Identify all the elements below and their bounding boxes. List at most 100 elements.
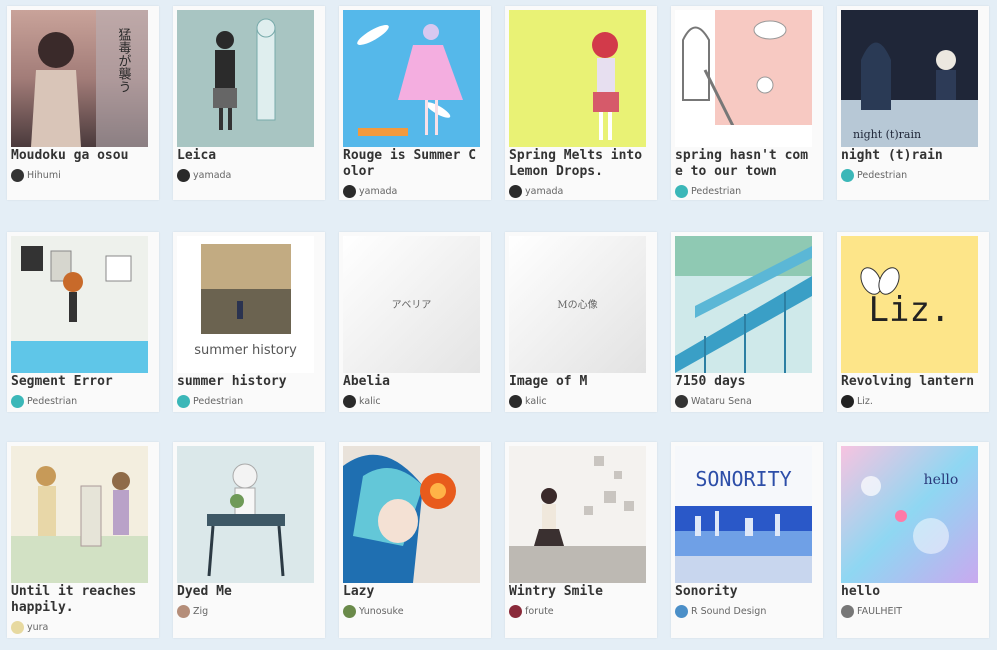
cover-text: night (t)rain xyxy=(853,128,921,141)
album-cover[interactable] xyxy=(177,446,314,583)
artist-avatar xyxy=(177,604,190,618)
album-card-7150-days[interactable]: 7150 days Wataru Sena xyxy=(671,232,823,412)
album-card-abelia[interactable]: アベリア Abelia kalic xyxy=(339,232,491,412)
artist-name: Pedestrian xyxy=(27,395,78,407)
album-card-summer-history[interactable]: summer history summer history Pedestrian xyxy=(173,232,325,412)
artist-name: Wataru Sena xyxy=(691,395,752,407)
album-cover[interactable] xyxy=(675,10,812,147)
album-cover[interactable]: Liz. xyxy=(841,236,978,373)
artist-avatar xyxy=(509,184,522,198)
artist-avatar xyxy=(675,604,688,618)
artist[interactable]: FAULHEIT xyxy=(841,604,902,618)
album-title[interactable]: spring hasn't come to our town xyxy=(675,148,815,180)
artist-avatar xyxy=(509,394,522,408)
artist[interactable]: yamada xyxy=(343,184,397,198)
artist-name: Pedestrian xyxy=(193,395,244,407)
artist[interactable]: forute xyxy=(509,604,554,618)
artist-name: Zig xyxy=(193,605,209,617)
album-cover[interactable]: アベリア xyxy=(343,236,480,373)
artist[interactable]: Yunosuke xyxy=(343,604,404,618)
album-title[interactable]: Sonority xyxy=(675,584,815,600)
artist[interactable]: Pedestrian xyxy=(675,184,741,198)
album-card-segment-error[interactable]: Segment Error Pedestrian xyxy=(7,232,159,412)
artist[interactable]: kalic xyxy=(509,394,547,408)
artist-name: yamada xyxy=(359,185,398,197)
album-title[interactable]: Lazy xyxy=(343,584,483,600)
album-cover[interactable] xyxy=(11,236,148,373)
album-cover[interactable]: night (t)rain xyxy=(841,10,978,147)
album-card-moudoku[interactable]: 猛毒が襲う Moudoku ga osou Hihumi xyxy=(7,6,159,200)
cover-text: summer history xyxy=(194,343,297,358)
album-title[interactable]: summer history xyxy=(177,374,317,390)
artist-avatar xyxy=(177,168,190,182)
album-title[interactable]: hello xyxy=(841,584,981,600)
album-cover[interactable]: SONORITY xyxy=(675,446,812,583)
artist-name: Yunosuke xyxy=(359,605,404,617)
artist[interactable]: Hihumi xyxy=(11,168,61,182)
album-title[interactable]: Revolving lantern xyxy=(841,374,981,390)
artist-name: Liz. xyxy=(857,395,873,407)
artist[interactable]: Liz. xyxy=(841,394,873,408)
artist[interactable]: yamada xyxy=(177,168,231,182)
album-cover[interactable] xyxy=(509,10,646,147)
album-card-until-it-reaches[interactable]: Until it reaches happily. yura xyxy=(7,442,159,638)
cover-text: Liz. xyxy=(869,290,951,330)
album-cover[interactable]: Mの心像 xyxy=(509,236,646,373)
artist-avatar xyxy=(675,184,688,198)
album-cover[interactable]: summer history xyxy=(177,236,314,373)
album-cover[interactable] xyxy=(177,10,314,147)
album-cover[interactable] xyxy=(675,236,812,373)
album-cover[interactable]: hello xyxy=(841,446,978,583)
album-card-revolving-lantern[interactable]: Liz. Revolving lantern Liz. xyxy=(837,232,989,412)
album-card-leica[interactable]: Leica yamada xyxy=(173,6,325,200)
album-title[interactable]: Image of M xyxy=(509,374,649,390)
artist-name: yura xyxy=(27,621,49,633)
album-title[interactable]: night (t)rain xyxy=(841,148,981,164)
album-cover[interactable] xyxy=(343,10,480,147)
artist[interactable]: Pedestrian xyxy=(177,394,243,408)
artist-avatar xyxy=(343,184,356,198)
album-title[interactable]: 7150 days xyxy=(675,374,815,390)
artist[interactable]: R Sound Design xyxy=(675,604,766,618)
artist-name: R Sound Design xyxy=(691,605,767,617)
artist[interactable]: Wataru Sena xyxy=(675,394,752,408)
artist-name: Hihumi xyxy=(27,169,61,181)
album-cover[interactable] xyxy=(11,446,148,583)
album-card-spring-hasnt-come[interactable]: spring hasn't come to our town Pedestria… xyxy=(671,6,823,200)
artist[interactable]: Zig xyxy=(177,604,208,618)
album-cover[interactable] xyxy=(343,446,480,583)
artist[interactable]: Pedestrian xyxy=(11,394,77,408)
album-card-hello[interactable]: hello hello FAULHEIT xyxy=(837,442,989,638)
album-card-spring-melts[interactable]: Spring Melts into Lemon Drops. yamada xyxy=(505,6,657,200)
album-title[interactable]: Wintry Smile xyxy=(509,584,649,600)
album-title[interactable]: Moudoku ga osou xyxy=(11,148,151,164)
album-card-dyed-me[interactable]: Dyed Me Zig xyxy=(173,442,325,638)
artist-name: kalic xyxy=(525,395,547,407)
album-cover[interactable]: 猛毒が襲う xyxy=(11,10,148,147)
album-card-image-of-m[interactable]: Mの心像 Image of M kalic xyxy=(505,232,657,412)
album-card-night-train[interactable]: night (t)rain night (t)rain Pedestrian xyxy=(837,6,989,200)
artist-avatar xyxy=(343,604,356,618)
album-card-sonority[interactable]: SONORITY Sonority R Sound Design xyxy=(671,442,823,638)
album-title[interactable]: Dyed Me xyxy=(177,584,317,600)
artist-avatar xyxy=(841,168,854,182)
artist[interactable]: kalic xyxy=(343,394,381,408)
album-card-lazy[interactable]: Lazy Yunosuke xyxy=(339,442,491,638)
artist[interactable]: Pedestrian xyxy=(841,168,907,182)
artist-name: forute xyxy=(525,605,554,617)
cover-text: Mの心像 xyxy=(557,299,597,311)
album-title[interactable]: Abelia xyxy=(343,374,483,390)
album-title[interactable]: Segment Error xyxy=(11,374,151,390)
album-title[interactable]: Until it reaches happily. xyxy=(11,584,151,616)
album-card-wintry-smile[interactable]: Wintry Smile forute xyxy=(505,442,657,638)
artist[interactable]: yamada xyxy=(509,184,563,198)
album-title[interactable]: Rouge is Summer Color xyxy=(343,148,483,180)
artist[interactable]: yura xyxy=(11,620,48,634)
album-title[interactable]: Leica xyxy=(177,148,317,164)
album-title[interactable]: Spring Melts into Lemon Drops. xyxy=(509,148,649,180)
artist-name: yamada xyxy=(525,185,564,197)
artist-avatar xyxy=(11,168,24,182)
album-card-rouge[interactable]: Rouge is Summer Color yamada xyxy=(339,6,491,200)
album-cover[interactable] xyxy=(509,446,646,583)
artist-avatar xyxy=(675,394,688,408)
